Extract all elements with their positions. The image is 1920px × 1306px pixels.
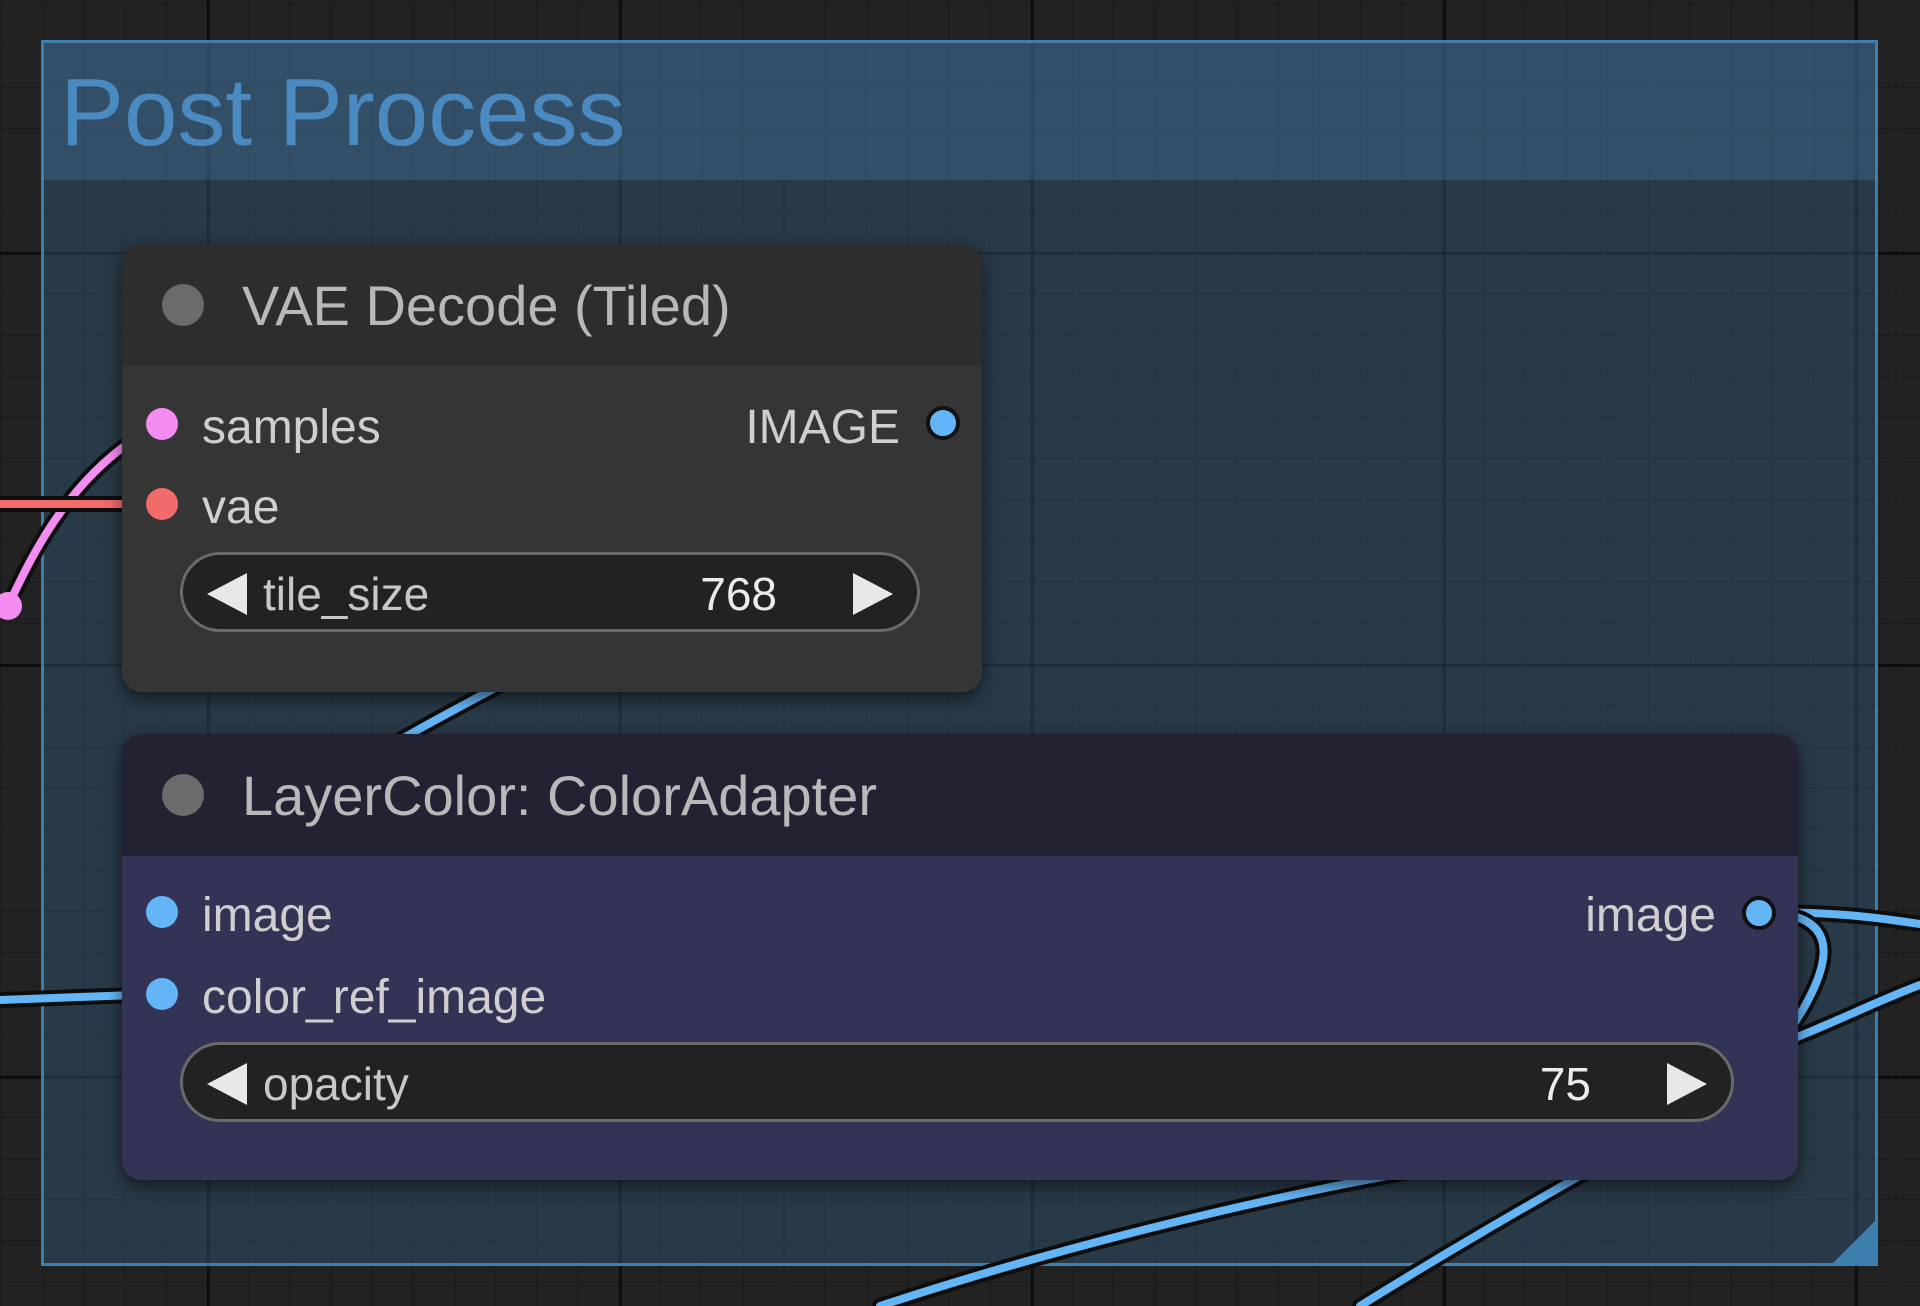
layercolor-coloradapter-node[interactable]: LayerColor: ColorAdapter image color_ref… xyxy=(122,734,1798,1180)
opacity-widget[interactable]: opacity 75 xyxy=(180,1042,1734,1122)
samples-input-slot[interactable] xyxy=(146,408,178,440)
tile-size-decrement-arrow-icon[interactable] xyxy=(207,573,247,615)
vae-input-label: vae xyxy=(202,481,280,534)
color-ref-image-input-label: color_ref_image xyxy=(202,971,547,1024)
image-output-slot[interactable] xyxy=(1742,896,1776,930)
node-collapse-toggle[interactable] xyxy=(162,774,204,816)
node-graph-canvas[interactable]: Post Process VAE Decode (Tiled) samples … xyxy=(0,0,1920,1306)
opacity-value[interactable]: 75 xyxy=(1540,1059,1591,1110)
samples-input-label: samples xyxy=(202,401,381,454)
bottom-link-1-outline xyxy=(872,1162,1428,1306)
image-input-label: image xyxy=(202,889,333,942)
node-title: LayerColor: ColorAdapter xyxy=(242,764,877,827)
opacity-increment-arrow-icon[interactable] xyxy=(1667,1063,1707,1105)
opacity-label: opacity xyxy=(263,1058,409,1110)
node-title: VAE Decode (Tiled) xyxy=(242,274,731,337)
opacity-decrement-arrow-icon[interactable] xyxy=(207,1063,247,1105)
tile-size-value[interactable]: 768 xyxy=(700,569,777,620)
image-output-label: image xyxy=(1585,889,1716,942)
vae-input-slot[interactable] xyxy=(146,488,178,520)
node-collapse-toggle[interactable] xyxy=(162,284,204,326)
node-header[interactable]: VAE Decode (Tiled) xyxy=(122,244,982,366)
color-ref-image-input-slot[interactable] xyxy=(146,978,178,1010)
image-input-slot[interactable] xyxy=(146,896,178,928)
vae-decode-tiled-node[interactable]: VAE Decode (Tiled) samples vae IMAGE til… xyxy=(122,244,982,692)
bottom-link-2 xyxy=(1356,1166,1594,1306)
tile-size-increment-arrow-icon[interactable] xyxy=(853,573,893,615)
tile-size-widget[interactable]: tile_size 768 xyxy=(180,552,920,632)
image-output-label: IMAGE xyxy=(745,401,900,454)
tile-size-label: tile_size xyxy=(263,568,430,620)
image-output-slot[interactable] xyxy=(926,406,960,440)
node-header[interactable]: LayerColor: ColorAdapter xyxy=(122,734,1798,856)
